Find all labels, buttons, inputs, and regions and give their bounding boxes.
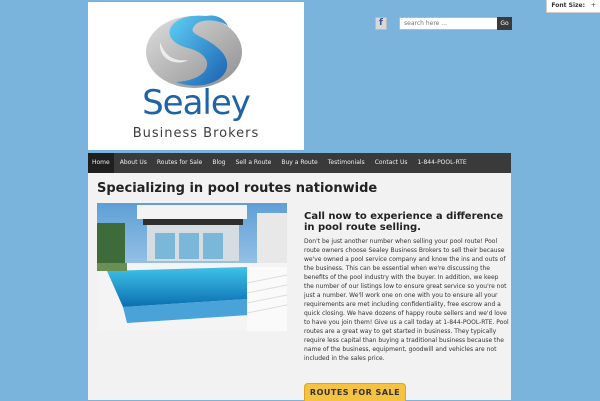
font-size-increase-icon[interactable]: + <box>591 2 596 9</box>
nav-item-about-us[interactable]: About Us <box>116 153 151 173</box>
font-size-label: Font Size: <box>551 2 585 9</box>
search-go-button[interactable]: Go <box>497 17 512 30</box>
pool-image <box>97 203 287 331</box>
nav-item-contact-us[interactable]: Contact Us <box>371 153 412 173</box>
nav-item-buy-a-route[interactable]: Buy a Route <box>277 153 321 173</box>
body-text: Don't be just another number when sellin… <box>304 238 509 362</box>
nav-item-phone[interactable]: 1-844-POOL-RTE <box>413 153 470 173</box>
nav-item-testimonials[interactable]: Testimonials <box>324 153 369 173</box>
logo-title: Sealey <box>142 83 251 123</box>
main-content: Specializing in pool routes nationwide C… <box>88 173 511 401</box>
logo[interactable]: Sealey Business Brokers <box>88 2 304 150</box>
nav-item-blog[interactable]: Blog <box>208 153 229 173</box>
nav-item-home[interactable]: Home <box>88 153 114 173</box>
page-title: Specializing in pool routes nationwide <box>97 181 378 196</box>
routes-for-sale-button[interactable]: ROUTES FOR SALE <box>304 383 406 401</box>
logo-subtitle: Business Brokers <box>132 126 260 141</box>
main-nav: Home About Us Routes for Sale Blog Sell … <box>88 153 511 174</box>
facebook-icon[interactable]: f <box>375 17 387 30</box>
nav-item-routes-for-sale[interactable]: Routes for Sale <box>153 153 206 173</box>
search-input[interactable] <box>399 17 504 30</box>
call-heading: Call now to experience a difference in p… <box>304 211 504 233</box>
font-size-widget[interactable]: Font Size: + <box>546 0 600 13</box>
nav-item-sell-a-route[interactable]: Sell a Route <box>232 153 276 173</box>
